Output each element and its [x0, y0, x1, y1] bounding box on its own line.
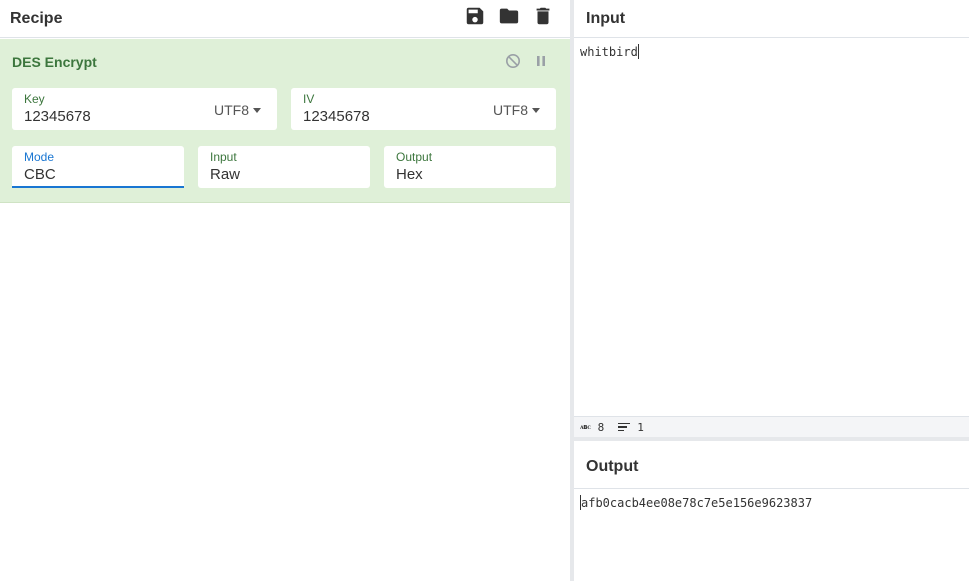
- input-format-value: Raw: [210, 166, 241, 183]
- output-format-select[interactable]: Output Hex: [384, 146, 556, 188]
- line-count: 1: [618, 421, 644, 434]
- disable-icon[interactable]: [503, 51, 523, 71]
- iv-encoding-label: UTF8: [493, 102, 528, 118]
- recipe-pane: Recipe DES Encrypt Key 12345678 UTF8 IV …: [0, 0, 570, 581]
- abc-icon: ᴀʙᴄ: [580, 423, 591, 431]
- iv-encoding-dropdown[interactable]: UTF8: [493, 102, 540, 118]
- recipe-toolbar: [462, 4, 556, 28]
- folder-icon[interactable]: [496, 4, 522, 28]
- output-header: Output: [574, 441, 969, 489]
- input-text: whitbird: [580, 45, 638, 59]
- input-header: Input: [574, 0, 969, 38]
- output-format-value: Hex: [396, 166, 423, 183]
- mode-select[interactable]: Mode CBC: [12, 146, 184, 188]
- key-encoding-label: UTF8: [214, 102, 249, 118]
- io-pane: Input whitbird ᴀʙᴄ 8 1 Output afb0cacb4e…: [574, 0, 969, 581]
- mode-value: CBC: [24, 166, 56, 183]
- caret-down-icon: [253, 107, 261, 113]
- operation-title: DES Encrypt: [12, 54, 97, 70]
- iv-label: IV: [303, 92, 315, 106]
- app: Recipe DES Encrypt Key 12345678 UTF8 IV …: [0, 0, 969, 581]
- trash-icon[interactable]: [530, 4, 556, 28]
- line-count-value: 1: [637, 420, 644, 434]
- key-label: Key: [24, 92, 45, 106]
- iv-value[interactable]: 12345678: [303, 108, 370, 125]
- input-textarea[interactable]: whitbird: [580, 44, 639, 59]
- output-format-label: Output: [396, 150, 433, 164]
- recipe-title: Recipe: [10, 9, 63, 27]
- output-title: Output: [586, 457, 639, 475]
- key-field[interactable]: Key 12345678 UTF8: [12, 88, 277, 130]
- lines-icon: [618, 422, 631, 432]
- mode-label: Mode: [24, 150, 55, 164]
- input-format-select[interactable]: Input Raw: [198, 146, 370, 188]
- key-value[interactable]: 12345678: [24, 108, 91, 125]
- output-textarea[interactable]: afb0cacb4ee08e78c7e5e156e9623837: [580, 495, 812, 510]
- input-title: Input: [586, 9, 626, 27]
- save-icon[interactable]: [462, 4, 488, 28]
- input-status-bar: ᴀʙᴄ 8 1: [574, 416, 969, 437]
- output-text: afb0cacb4ee08e78c7e5e156e9623837: [581, 496, 813, 510]
- text-cursor: [637, 44, 639, 59]
- char-count: ᴀʙᴄ 8: [580, 421, 604, 434]
- iv-field[interactable]: IV 12345678 UTF8: [291, 88, 556, 130]
- char-count-value: 8: [597, 420, 605, 434]
- des-encrypt-operation: DES Encrypt Key 12345678 UTF8 IV 1234567…: [0, 39, 570, 203]
- caret-down-icon: [532, 107, 540, 113]
- input-format-label: Input: [210, 150, 237, 164]
- pause-icon[interactable]: [531, 51, 551, 71]
- key-encoding-dropdown[interactable]: UTF8: [214, 102, 261, 118]
